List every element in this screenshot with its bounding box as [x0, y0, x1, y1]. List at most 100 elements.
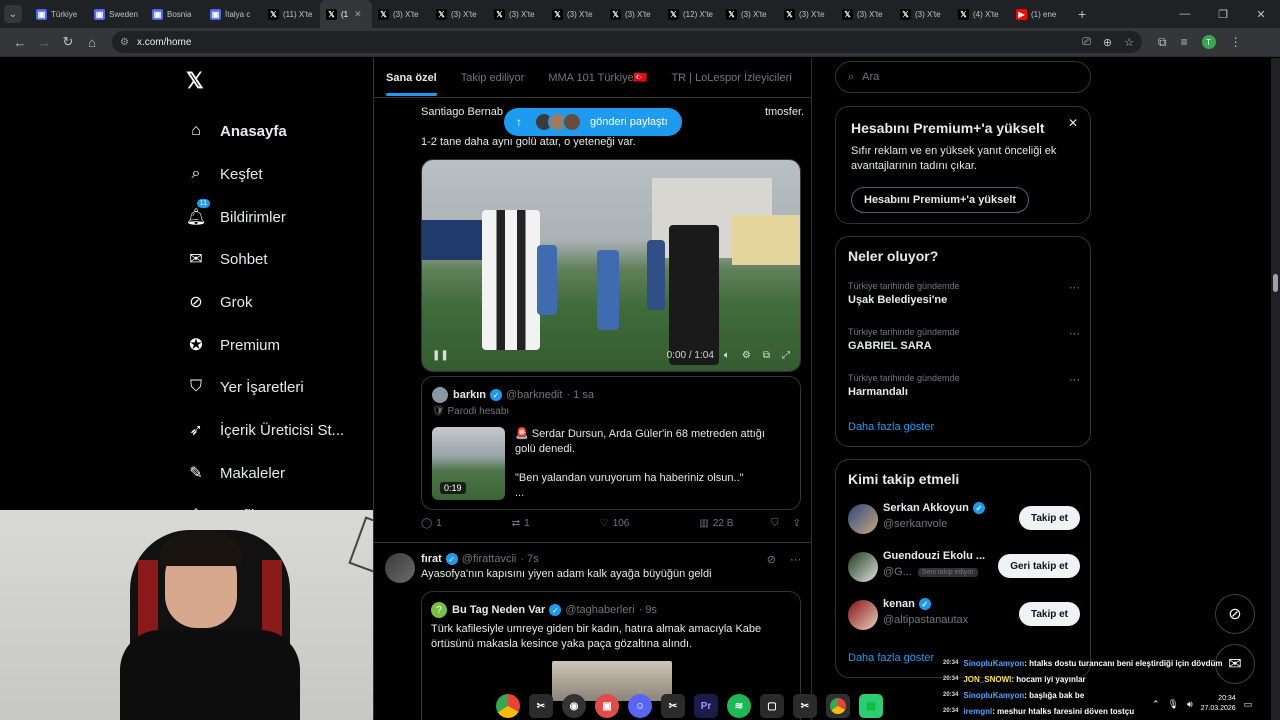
reply-button[interactable]: ◯ 1 [421, 518, 442, 529]
browser-menu-icon[interactable]: ⋮ [1230, 35, 1242, 49]
browser-tab[interactable]: 𝕏 (3) X'te [836, 0, 894, 28]
search-input[interactable]: ⌕ Ara [835, 61, 1091, 93]
x-logo-icon[interactable]: 𝕏 [186, 68, 204, 94]
nav-item-article[interactable]: ✎ Makaleler [186, 463, 285, 483]
more-icon[interactable]: ⋯ [1069, 327, 1080, 340]
browser-tab[interactable]: 𝕏 (3) X'te [720, 0, 778, 28]
browser-tab[interactable]: 𝕏 (3) X'te [546, 0, 604, 28]
browser-tab[interactable]: 𝕏 (3) X'te [430, 0, 488, 28]
chrome-active-icon[interactable] [826, 694, 850, 718]
avatar[interactable] [848, 600, 878, 630]
browser-tab[interactable]: 𝕏 (11) X'te [262, 0, 320, 28]
browser-tab[interactable]: 𝕏 (3) X'te [488, 0, 546, 28]
browser-tab[interactable]: 𝕏 (12) X'te [662, 0, 720, 28]
extensions-icon[interactable]: ⧉ [1158, 35, 1167, 50]
premiere-icon[interactable]: Pr [694, 694, 718, 718]
bookmark-button[interactable]: ⛉ [771, 518, 779, 529]
nav-item-rocket[interactable]: ➶ İçerik Üreticisi St... [186, 420, 344, 440]
pause-icon[interactable]: ❚❚ [432, 350, 449, 361]
trend-item[interactable]: Türkiye tarihinde gündemde GABRIEL SARA ⋯ [848, 327, 1080, 352]
browser-tab[interactable]: ▣ İtalya c [204, 0, 262, 28]
spotify-icon[interactable]: ≋ [727, 694, 751, 718]
new-posts-pill[interactable]: ↑ gönderi paylaştı [504, 108, 682, 136]
reload-icon[interactable]: ↻ [56, 34, 80, 50]
nav-item-mail[interactable]: ✉ Sohbet [186, 249, 267, 269]
video-player[interactable]: ❚❚ 0:00 / 1:04 🔈︎ ⚙ ⧉ ⤢ [421, 159, 801, 372]
grok-float-button[interactable]: ⊘ [1215, 594, 1255, 634]
site-info-icon[interactable]: ⚙ [120, 37, 129, 48]
install-app-icon[interactable]: ⎚ [1082, 36, 1091, 49]
nav-item-premium[interactable]: ✪ Premium [186, 335, 280, 355]
timeline-tab[interactable]: Sana özel [374, 58, 449, 98]
nav-item-home[interactable]: ⌂ Anasayfa [186, 121, 287, 141]
follow-suggestion[interactable]: Guendouzi Ekolu ... @G... Seni takip ediyo… [848, 550, 1080, 586]
views-button[interactable]: ▥ 22 B [699, 518, 733, 529]
follow-suggestion[interactable]: Serkan Akkoyun ✓ @serkanvole Takip et [848, 502, 1080, 538]
more-icon[interactable]: ⋯ [790, 553, 801, 566]
browser-tab[interactable]: 𝕏 (3) X'te [894, 0, 952, 28]
capcut-icon[interactable]: ✂ [661, 694, 685, 718]
mic-icon[interactable]: 🎙︎ [1168, 699, 1179, 710]
home-button-icon[interactable]: ⌂ [80, 35, 104, 50]
avatar[interactable] [848, 552, 878, 582]
media-control-icon[interactable]: ≡ [1181, 35, 1188, 49]
author-handle[interactable]: @firattavcii [462, 553, 517, 565]
app-icon[interactable]: ▤ [859, 694, 883, 718]
tab-search-icon[interactable]: ⌄ [4, 5, 22, 23]
forward-icon[interactable]: → [32, 35, 56, 50]
restore-icon[interactable]: ❐ [1204, 8, 1242, 21]
nav-item-bookmark[interactable]: ⛉ Yer İşaretleri [186, 377, 304, 397]
browser-tab[interactable]: ▣ Bosnia [146, 0, 204, 28]
browser-tab[interactable]: ▶ (1) ene [1010, 0, 1068, 28]
volume-icon[interactable]: 🔈︎ [724, 350, 730, 361]
author-name[interactable]: fırat [421, 553, 442, 565]
share-button[interactable]: ⇪ [793, 518, 801, 529]
capcut-icon[interactable]: ✂ [529, 694, 553, 718]
video-thumbnail[interactable]: 0:19 [432, 427, 505, 500]
nav-item-search[interactable]: ⌕ Keşfet [186, 164, 263, 184]
capcut-icon[interactable]: ✂ [793, 694, 817, 718]
chrome-icon[interactable] [496, 694, 520, 718]
profile-avatar[interactable]: T [1201, 35, 1216, 49]
close-window-icon[interactable]: ✕ [1242, 8, 1280, 21]
more-icon[interactable]: ⋯ [1069, 373, 1080, 386]
avatar[interactable] [385, 553, 415, 583]
close-icon[interactable]: ✕ [1068, 116, 1078, 130]
scrollbar-thumb[interactable] [1273, 274, 1278, 292]
browser-tab[interactable]: 𝕏 (4) X'te [952, 0, 1010, 28]
follow-button[interactable]: Takip et [1018, 602, 1080, 626]
follow-button[interactable]: Takip et [1018, 506, 1080, 530]
chevron-up-icon[interactable]: ⌃ [1152, 699, 1160, 710]
show-more-link[interactable]: Daha fazla göster [848, 652, 934, 664]
like-button[interactable]: ♡ 106 [600, 518, 630, 529]
fullscreen-icon[interactable]: ⤢ [782, 350, 790, 361]
obs-icon[interactable]: ◉ [562, 694, 586, 718]
pip-icon[interactable]: ⧉ [763, 350, 770, 361]
timeline-tab[interactable]: Takip ediliyor [449, 58, 537, 98]
browser-tab[interactable]: ▣ Türkiye [30, 0, 88, 28]
quoted-tweet[interactable]: barkın ✓ @barknedit · 1 sa 🛡︎ Parodi hes… [421, 376, 801, 510]
back-icon[interactable]: ← [8, 35, 32, 50]
url-input[interactable]: ⚙ x.com/home ⎚ ⊕ ☆ [112, 31, 1142, 53]
zoom-icon[interactable]: ⊕ [1103, 36, 1112, 49]
nav-item-grok[interactable]: ⊘ Grok [186, 292, 252, 312]
new-tab-button[interactable]: + [1078, 6, 1086, 22]
user-name[interactable]: kenan ✓ [883, 598, 935, 610]
browser-tab[interactable]: 𝕏 (3) X'te [604, 0, 662, 28]
volume-icon[interactable]: 🔊︎ [1187, 699, 1193, 710]
upgrade-button[interactable]: Hesabını Premium+'a yükselt [851, 187, 1030, 213]
trend-item[interactable]: Türkiye tarihinde gündemde Uşak Belediyes… [848, 281, 1080, 306]
settings-icon[interactable]: ⚙ [742, 350, 751, 361]
show-more-link[interactable]: Daha fazla göster [848, 421, 934, 433]
nav-item-bell[interactable]: 🔔︎ 11 Bildirimler [186, 199, 286, 227]
more-icon[interactable]: ⋯ [1069, 281, 1080, 294]
bookmark-star-icon[interactable]: ☆ [1124, 36, 1134, 49]
trend-item[interactable]: Türkiye tarihinde gündemde Harmandalı ⋯ [848, 373, 1080, 398]
avatar[interactable] [848, 504, 878, 534]
clock[interactable]: 20:34 27.03.2026 [1201, 694, 1236, 714]
grok-icon[interactable]: ⊘ [767, 553, 776, 566]
follow-suggestion[interactable]: kenan ✓ @altipastanautax Takip et [848, 598, 1080, 634]
user-name[interactable]: Serkan Akkoyun ✓ [883, 502, 989, 514]
browser-tab[interactable]: 𝕏 (3) X'te [778, 0, 836, 28]
minimize-icon[interactable]: — [1166, 8, 1204, 21]
